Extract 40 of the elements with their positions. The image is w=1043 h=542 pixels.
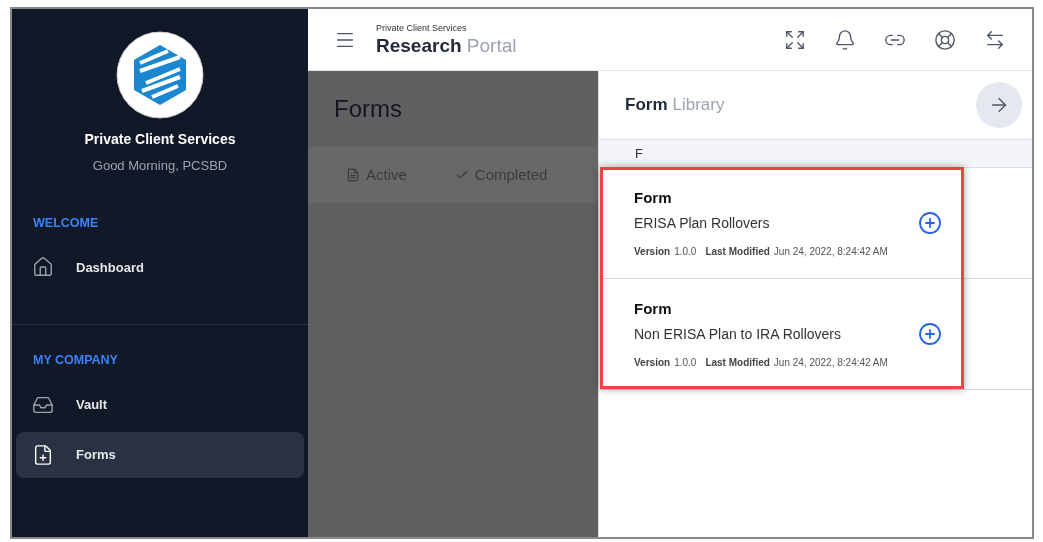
version-label: Version: [634, 245, 671, 260]
check-icon: [454, 168, 469, 182]
form-type: Form: [634, 187, 673, 208]
app-subtitle: Private Client Services: [376, 21, 468, 35]
help-icon[interactable]: [934, 28, 956, 51]
page-title: Forms: [333, 94, 403, 124]
file-plus-icon: [32, 444, 54, 466]
panel-title-suffix: Library: [672, 94, 725, 117]
notifications-icon[interactable]: [834, 28, 856, 51]
form-card[interactable]: Form Non ERISA Plan to IRA Rollovers Version 1.0.0 Last Modified Jun 24, 2022, 8:24:42 AM: [599, 279, 1032, 390]
app-title-suffix: Portal: [466, 35, 517, 57]
form-name: ERISA Plan Rollovers: [634, 214, 771, 234]
switch-icon[interactable]: [984, 28, 1006, 51]
sidebar-item[interactable]: Vault: [16, 382, 304, 428]
form-name: Non ERISA Plan to IRA Rollovers: [634, 325, 842, 345]
panel-title: Form: [625, 94, 668, 117]
fullscreen-icon[interactable]: [784, 28, 806, 51]
group-header: F: [599, 139, 1032, 168]
form-type: Form: [634, 298, 673, 319]
version-label: Version: [634, 356, 671, 371]
section-heading: MY COMPANY: [32, 352, 119, 370]
greeting: Good Morning, PCSBD: [92, 157, 228, 175]
version-value: 1.0.0: [674, 356, 697, 371]
app-title: Research: [376, 35, 462, 57]
modified-value: Jun 24, 2022, 8:24:42 AM: [773, 356, 888, 371]
inbox-icon: [32, 394, 54, 416]
home-icon: [32, 256, 54, 279]
modified-label: Last Modified: [705, 356, 770, 371]
section-heading: WELCOME: [32, 214, 100, 232]
close-panel-button[interactable]: [976, 82, 1022, 128]
sidebar-item[interactable]: Dashboard: [16, 244, 304, 291]
org-name: Private Client Services: [84, 130, 236, 149]
modified-value: Jun 24, 2022, 8:24:42 AM: [773, 245, 888, 260]
add-icon[interactable]: [918, 211, 942, 235]
add-icon[interactable]: [918, 322, 942, 346]
modified-label: Last Modified: [705, 245, 770, 260]
document-icon: [346, 168, 360, 182]
form-card[interactable]: Form ERISA Plan Rollovers Version 1.0.0 Last Modified Jun 24, 2022, 8:24:42 AM: [599, 168, 1032, 279]
version-value: 1.0.0: [674, 245, 697, 260]
sidebar-item[interactable]: Forms: [16, 432, 304, 478]
